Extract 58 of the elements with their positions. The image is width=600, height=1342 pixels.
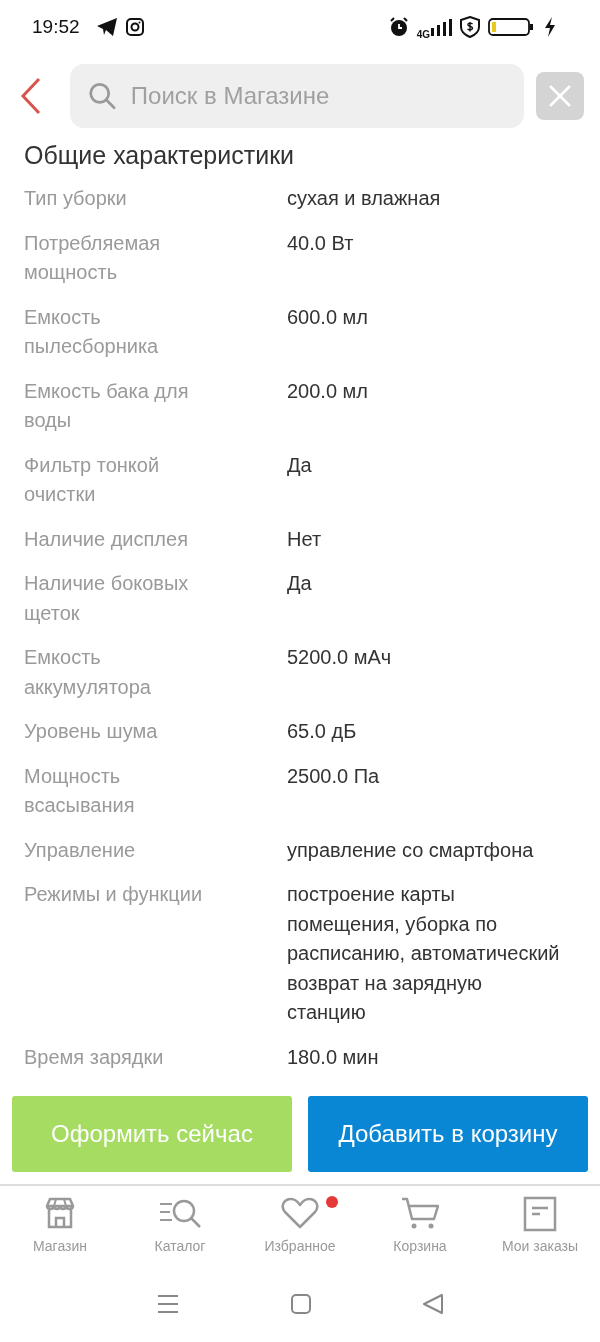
spec-value: Нет <box>287 526 323 552</box>
document-icon <box>523 1196 557 1232</box>
spec-label: Время зарядки <box>24 1044 165 1070</box>
spec-label: Наличие боковых щеток <box>24 571 190 626</box>
nav-tab[interactable]: Корзина <box>360 1186 480 1272</box>
tab-label: Избранное <box>264 1237 336 1256</box>
section-title: Общие характеристики <box>23 140 296 171</box>
network-label: 4G <box>416 27 430 42</box>
search-icon <box>88 80 117 112</box>
spec-value: управление со смартфона <box>287 837 535 863</box>
spec-label: Емкость пылесборника <box>24 304 160 359</box>
spec-value: 5200.0 мАч <box>287 645 393 670</box>
camera-icon <box>125 18 144 36</box>
spec-value: 2500.0 Па <box>287 763 381 789</box>
spec-label: Уровень шума <box>24 719 159 744</box>
spec-value: 40.0 Вт <box>287 230 355 256</box>
back-icon[interactable] <box>423 1294 443 1314</box>
home-icon[interactable] <box>291 1294 311 1314</box>
search-input[interactable]: Поиск в Магазине <box>128 77 506 115</box>
spec-value: Да <box>287 452 313 478</box>
nav-tab[interactable]: Магазин <box>0 1186 120 1272</box>
tab-label: Мои заказы <box>501 1237 579 1256</box>
back-button[interactable] <box>20 77 42 115</box>
spec-value: 600.0 мл <box>287 304 370 330</box>
close-icon <box>548 84 572 108</box>
spec-value: сухая и влажная <box>287 186 442 211</box>
charging-icon <box>544 17 556 37</box>
spec-label: Фильтр тонкой очистки <box>24 452 161 507</box>
spec-label: Режимы и функции <box>24 882 204 907</box>
alarm-icon <box>388 17 409 37</box>
spec-value: 65.0 дБ <box>287 719 358 744</box>
back-icon <box>20 77 42 115</box>
spec-label: Емкость бака для воды <box>24 378 190 433</box>
spec-label: Тип уборки <box>24 186 128 211</box>
tab-label: Каталог <box>154 1237 206 1256</box>
spec-value: 180.0 мин <box>287 1044 380 1070</box>
spec-label: Емкость аккумулятора <box>24 645 152 700</box>
shield-icon <box>460 16 480 38</box>
add-to-cart-button[interactable]: Добавить в корзину <box>308 1096 588 1172</box>
tab-label: Магазин <box>33 1237 87 1256</box>
spec-value: Да <box>287 571 313 596</box>
spec-value: 200.0 мл <box>287 378 370 404</box>
search-field[interactable]: Поиск в Магазине <box>70 64 524 128</box>
checkout-button[interactable]: Оформить сейчас <box>12 1096 292 1172</box>
signal-icon <box>430 18 452 36</box>
spec-label: Потребляемая мощность <box>24 230 162 285</box>
nav-tab[interactable]: Избранное <box>240 1186 360 1272</box>
nav-tab[interactable]: Мои заказы <box>480 1186 600 1272</box>
paper-plane-icon <box>95 17 118 37</box>
battery-icon <box>488 17 536 37</box>
spec-label: Управление <box>24 837 137 863</box>
menu-icon[interactable] <box>157 1294 179 1314</box>
spec-label: Наличие дисплея <box>24 526 189 552</box>
tab-label: Корзина <box>393 1237 447 1256</box>
spec-label: Мощность всасывания <box>24 763 136 818</box>
nav-tab[interactable]: Каталог <box>120 1186 240 1272</box>
clock-time: 19:52 <box>32 14 80 39</box>
spec-value: построение карты помещения, уборка по расписанию, автоматический возврат на зарядную станцию <box>287 882 561 1025</box>
